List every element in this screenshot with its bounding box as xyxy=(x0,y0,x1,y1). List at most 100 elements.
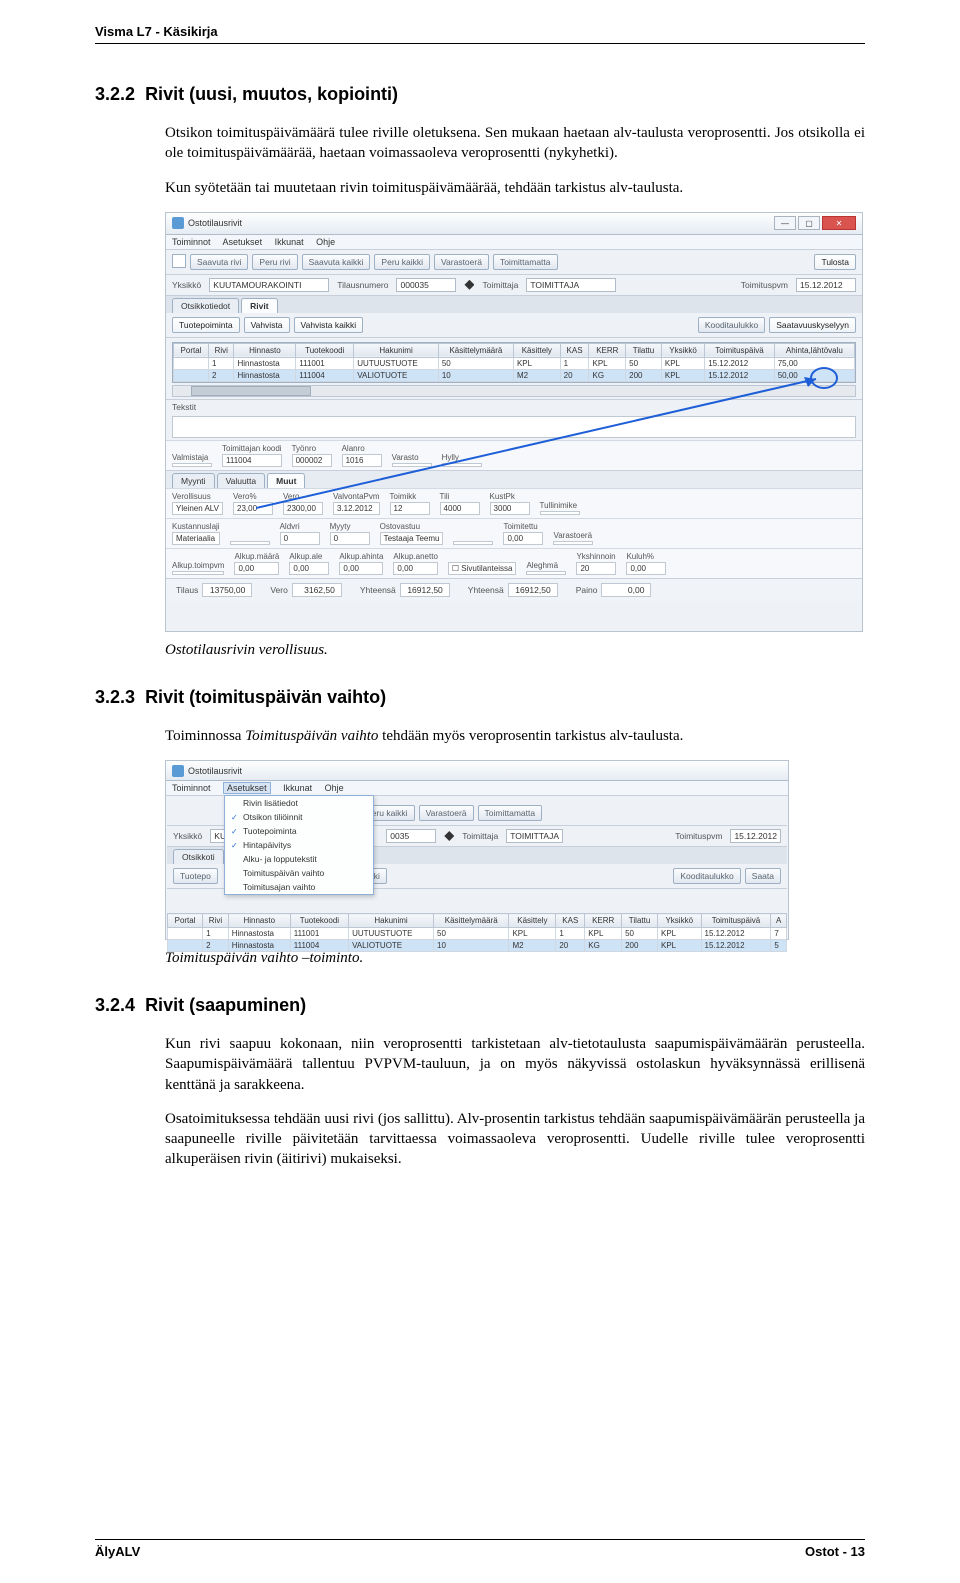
button-saatavuuskyselyyn[interactable]: Saatavuuskyselyyn xyxy=(769,317,856,333)
minimize-button[interactable]: — xyxy=(774,216,796,230)
field-value[interactable] xyxy=(392,463,432,467)
dropdown-item[interactable]: Hintapäivitys xyxy=(225,838,373,852)
field-value[interactable] xyxy=(172,463,212,467)
tab-valuutta[interactable]: Valuutta xyxy=(217,473,266,488)
field-value[interactable] xyxy=(453,541,493,545)
menu-item[interactable]: Asetukset xyxy=(223,237,263,247)
field-value[interactable]: Materiaalia xyxy=(172,532,220,545)
dropdown-item[interactable]: Tuotepoiminta xyxy=(225,824,373,838)
field-value[interactable]: 20 xyxy=(576,562,616,575)
lookup-icon[interactable] xyxy=(444,831,454,841)
column-header[interactable]: Ahinta,lähtövalu xyxy=(774,343,854,357)
button-kooditaulukko[interactable]: Kooditaulukko xyxy=(673,868,740,884)
tekstit-area[interactable] xyxy=(172,416,856,438)
button[interactable]: Tuotepo xyxy=(173,868,218,884)
field-tilausnumero[interactable]: 0035 xyxy=(386,829,436,843)
column-header[interactable]: Yksikkö xyxy=(658,914,702,928)
toolbar-button-tulosta[interactable]: Tulosta xyxy=(814,254,856,270)
column-header[interactable]: KAS xyxy=(560,343,589,357)
tab-rivit[interactable]: Rivit xyxy=(241,298,277,313)
table-row[interactable]: 1Hinnastosta111001UUTUUSTUOTE50KPL1KPL50… xyxy=(168,928,787,940)
field-value[interactable]: 0,00 xyxy=(339,562,383,575)
toolbar-button[interactable]: Toimittamatta xyxy=(478,805,543,821)
field-toimittaja[interactable]: TOIMITTAJA xyxy=(506,829,563,843)
toolbar-icon[interactable] xyxy=(172,254,186,268)
dropdown-item[interactable]: Toimitusajan vaihto xyxy=(225,880,373,894)
field-value[interactable]: 111004 xyxy=(222,454,282,467)
button-vahvista-kaikki[interactable]: Vahvista kaikki xyxy=(294,317,364,333)
field-value[interactable]: 0,00 xyxy=(289,562,329,575)
field-value[interactable] xyxy=(230,541,270,545)
menu-item[interactable]: Toiminnot xyxy=(172,237,211,247)
grid-tilausrivit[interactable]: PortalRiviHinnastoTuotekoodiHakunimiKäsi… xyxy=(172,342,856,383)
toolbar-button[interactable]: Saavuta kaikki xyxy=(302,254,371,270)
table-row[interactable]: 2Hinnastosta111004VALIOTUOTE10M220KG200K… xyxy=(174,369,855,381)
column-header[interactable]: Hakunimi xyxy=(349,914,434,928)
column-header[interactable]: Portal xyxy=(168,914,203,928)
field-value[interactable] xyxy=(172,571,224,575)
column-header[interactable]: Tilattu xyxy=(622,914,658,928)
column-header[interactable]: A xyxy=(771,914,787,928)
field-value[interactable] xyxy=(540,511,580,515)
tab-muut[interactable]: Muut xyxy=(267,473,305,488)
field-value[interactable]: ☐ Sivutilanteissa xyxy=(448,562,517,575)
column-header[interactable]: Portal xyxy=(174,343,209,357)
column-header[interactable]: KERR xyxy=(585,914,622,928)
field-value[interactable]: Yleinen ALV xyxy=(172,502,223,515)
field-value[interactable]: 0,00 xyxy=(393,562,437,575)
field-value[interactable]: 2300,00 xyxy=(283,502,323,515)
field-value[interactable]: 000002 xyxy=(292,454,332,467)
close-button[interactable]: ✕ xyxy=(822,216,856,230)
field-value[interactable]: 4000 xyxy=(440,502,480,515)
column-header[interactable]: Käsittelymäärä xyxy=(434,914,509,928)
menu-item[interactable]: Ikkunat xyxy=(275,237,304,247)
dropdown-item[interactable]: Toimituspäivän vaihto xyxy=(225,866,373,880)
column-header[interactable]: Toimituspäivä xyxy=(705,343,775,357)
dropdown-item[interactable]: Rivin lisätiedot xyxy=(225,796,373,810)
menu-item[interactable]: Toiminnot xyxy=(172,783,211,793)
field-toimituspvm[interactable]: 15.12.2012 xyxy=(796,278,856,292)
dropdown-item[interactable]: Otsikon tiliöinnit xyxy=(225,810,373,824)
column-header[interactable]: Käsittely xyxy=(509,914,556,928)
menu-item[interactable]: Ohje xyxy=(325,783,344,793)
field-value[interactable]: 3000 xyxy=(490,502,530,515)
column-header[interactable]: Rivi xyxy=(203,914,229,928)
column-header[interactable]: KERR xyxy=(589,343,626,357)
field-yksikko[interactable]: KUUTAMOURAKOINTI xyxy=(209,278,329,292)
dropdown-asetukset[interactable]: Rivin lisätiedotOtsikon tiliöinnitTuotep… xyxy=(224,795,374,895)
lookup-icon[interactable] xyxy=(464,280,474,290)
column-header[interactable]: Hinnasto xyxy=(228,914,290,928)
field-value[interactable]: 0 xyxy=(280,532,320,545)
menu-item[interactable]: Ikkunat xyxy=(283,783,312,793)
column-header[interactable]: Hakunimi xyxy=(354,343,439,357)
horizontal-scrollbar[interactable] xyxy=(172,385,856,397)
column-header[interactable]: Toimituspäivä xyxy=(701,914,771,928)
tab-otsikkotiedot[interactable]: Otsikkoti xyxy=(173,849,224,864)
tab-myynti[interactable]: Myynti xyxy=(172,473,215,488)
field-value[interactable]: 23,00 xyxy=(233,502,273,515)
field-value[interactable] xyxy=(553,541,593,545)
field-value[interactable]: 3.12.2012 xyxy=(333,502,380,515)
field-value[interactable] xyxy=(526,571,566,575)
toolbar-button[interactable]: Toimittamatta xyxy=(493,254,558,270)
button-tuotepoiminta[interactable]: Tuotepoiminta xyxy=(172,317,240,333)
toolbar-button[interactable]: Saavuta rivi xyxy=(190,254,248,270)
column-header[interactable]: Hinnasto xyxy=(234,343,296,357)
column-header[interactable]: Käsittely xyxy=(513,343,560,357)
column-header[interactable]: KAS xyxy=(556,914,585,928)
button-saata[interactable]: Saata xyxy=(745,868,781,884)
field-value[interactable]: 0 xyxy=(330,532,370,545)
toolbar-button[interactable]: Varastoerä xyxy=(419,805,474,821)
button-kooditaulukko[interactable]: Kooditaulukko xyxy=(698,317,765,333)
column-header[interactable]: Yksikkö xyxy=(661,343,704,357)
field-value[interactable]: 0,00 xyxy=(234,562,279,575)
toolbar-button[interactable]: Varastoerä xyxy=(434,254,489,270)
menu-item-asetukset[interactable]: Asetukset xyxy=(223,782,271,794)
tab-otsikkotiedot[interactable]: Otsikkotiedot xyxy=(172,298,239,313)
field-toimituspvm[interactable]: 15.12.2012 xyxy=(730,829,781,843)
maximize-button[interactable]: ▢ xyxy=(798,216,820,230)
field-toimittaja[interactable]: TOIMITTAJA xyxy=(526,278,616,292)
field-value[interactable]: 0,00 xyxy=(626,562,666,575)
field-value[interactable]: Testaaja Teemu xyxy=(380,532,444,545)
toolbar-button[interactable]: Peru kaikki xyxy=(374,254,430,270)
